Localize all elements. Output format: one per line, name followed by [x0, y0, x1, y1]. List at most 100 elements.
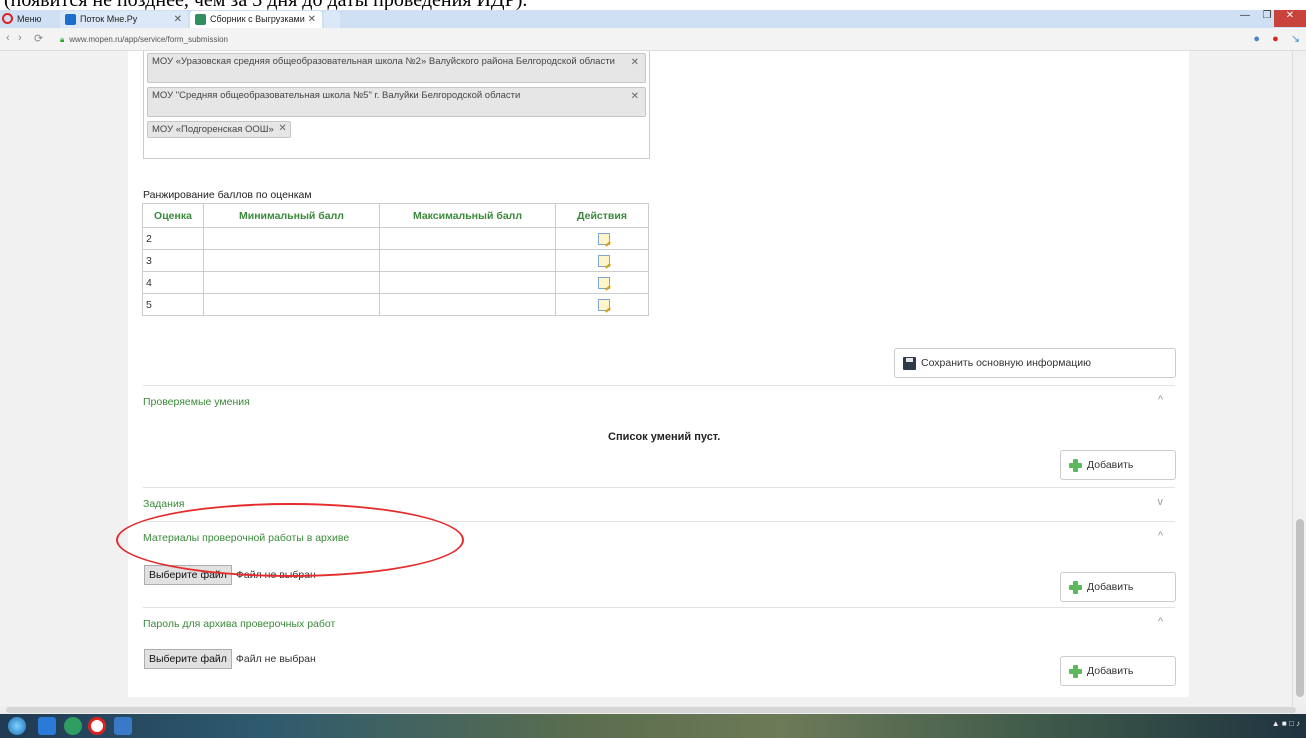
chevron-up-icon[interactable]: ^ — [1158, 530, 1163, 542]
min-score-cell — [203, 227, 380, 250]
actions-cell — [555, 293, 649, 316]
add-password-button[interactable]: Добавить — [1060, 656, 1176, 686]
form-card: МОУ «Уразовская средняя общеобразователь… — [128, 51, 1189, 697]
scrollbar-thumb[interactable] — [1296, 519, 1304, 697]
add-button-label: Добавить — [1087, 581, 1134, 593]
lock-icon: 🔒︎ — [60, 35, 65, 44]
horizontal-scrollbar[interactable] — [0, 706, 1306, 714]
extension-icons: ● ● ↘ — [1244, 32, 1300, 47]
adblock-icon[interactable]: ● — [1272, 33, 1279, 45]
table-row: 5 — [142, 293, 649, 316]
add-button-label: Добавить — [1087, 665, 1134, 677]
add-archive-button[interactable]: Добавить — [1060, 572, 1176, 602]
max-score-cell — [379, 293, 556, 316]
site-favicon-icon — [65, 14, 76, 25]
vpn-icon[interactable]: ● — [1253, 33, 1260, 45]
edit-icon[interactable] — [597, 298, 610, 311]
url-field[interactable]: 🔒︎ www.mopen.ru/app/service/form_submissi… — [60, 33, 580, 46]
table-header-row: Оценка Минимальный балл Максимальный бал… — [142, 203, 649, 228]
new-tab-button[interactable] — [324, 11, 340, 28]
remove-tag-icon[interactable]: ✕ — [631, 91, 639, 102]
browser-tab-1[interactable]: Поток Мне.Ру ✕ — [60, 11, 188, 28]
school-tag: МОУ «Уразовская средняя общеобразователь… — [147, 53, 646, 83]
add-skill-button[interactable]: Добавить — [1060, 450, 1176, 480]
edit-icon[interactable] — [597, 232, 610, 245]
scrollbar-thumb[interactable] — [6, 707, 1296, 713]
browser-menu-label: Меню — [17, 14, 42, 24]
archive-file-input: Выберите файл Файл не выбран — [144, 565, 316, 585]
school-tag: МОУ «Подгоренская ООШ» ✕ — [147, 121, 291, 138]
school-tag: МОУ "Средняя общеобразовательная школа №… — [147, 87, 646, 117]
max-score-cell — [379, 227, 556, 250]
column-header: Оценка — [142, 203, 204, 228]
url-text: www.mopen.ru/app/service/form_submission — [69, 35, 228, 44]
chevron-up-icon[interactable]: ^ — [1158, 616, 1163, 628]
plus-icon — [1069, 459, 1082, 472]
site-favicon-icon — [195, 14, 206, 25]
ranking-title: Ранжирование баллов по оценкам — [143, 189, 312, 201]
windows-taskbar: ▲ ■ □ ♪ — [0, 714, 1306, 738]
document-caption: (появится не позднее, чем за 3 дня до да… — [0, 0, 1306, 10]
chevron-down-icon[interactable]: v — [1158, 496, 1164, 508]
school-tag-label: МОУ "Средняя общеобразовательная школа №… — [152, 90, 521, 101]
opera-logo-icon — [2, 13, 13, 24]
column-header: Минимальный балл — [203, 203, 380, 228]
tab-label: Поток Мне.Ру — [80, 14, 138, 24]
grade-cell: 4 — [142, 271, 204, 294]
skills-empty-message: Список умений пуст. — [608, 431, 721, 443]
actions-cell — [555, 249, 649, 272]
section-title[interactable]: Пароль для архива проверочных работ — [143, 618, 335, 630]
reload-icon[interactable]: ⟳ — [34, 32, 43, 45]
section-title[interactable]: Задания — [143, 498, 185, 510]
max-score-cell — [379, 249, 556, 272]
ie-icon[interactable] — [38, 717, 56, 735]
remove-tag-icon[interactable]: ✕ — [278, 123, 286, 134]
section-title[interactable]: Материалы проверочной работы в архиве — [143, 532, 349, 544]
min-score-cell — [203, 271, 380, 294]
start-button-icon[interactable] — [8, 717, 26, 735]
save-button-label: Сохранить основную информацию — [921, 357, 1092, 369]
page-viewport: МОУ «Уразовская средняя общеобразователь… — [0, 51, 1306, 706]
plus-icon — [1069, 581, 1082, 594]
system-tray: ▲ ■ □ ♪ — [1271, 719, 1300, 728]
add-button-label: Добавить — [1087, 459, 1134, 471]
choose-file-button[interactable]: Выберите файл — [144, 649, 232, 669]
download-icon[interactable]: ↘ — [1291, 33, 1300, 45]
window-close-button[interactable]: ✕ — [1274, 10, 1306, 27]
column-header: Действия — [555, 203, 649, 228]
opera-taskbar-icon[interactable] — [88, 717, 106, 735]
browser-tab-2[interactable]: Сборник с Выгрузками ✕ — [190, 11, 322, 28]
tab-close-icon[interactable]: ✕ — [174, 11, 182, 28]
window-minimize-button[interactable]: — — [1236, 10, 1254, 27]
remove-tag-icon[interactable]: ✕ — [631, 57, 639, 68]
browser-address-bar: ‹ › ⟳ 🔒︎ www.mopen.ru/app/service/form_su… — [0, 28, 1306, 51]
grade-cell: 2 — [142, 227, 204, 250]
edit-icon[interactable] — [597, 276, 610, 289]
browser-menu-button[interactable]: Меню — [2, 11, 54, 27]
save-main-info-button[interactable]: Сохранить основную информацию — [894, 348, 1176, 378]
min-score-cell — [203, 293, 380, 316]
school-select-box[interactable]: МОУ «Уразовская средняя общеобразователь… — [143, 51, 650, 159]
plus-icon — [1069, 665, 1082, 678]
table-row: 3 — [142, 249, 649, 272]
tasks-section: Задания v — [143, 487, 1175, 519]
file-status: Файл не выбран — [235, 653, 316, 665]
min-score-cell — [203, 249, 380, 272]
password-file-input: Выберите файл Файл не выбран — [144, 649, 316, 669]
file-status: Файл не выбран — [235, 569, 316, 581]
forward-icon[interactable]: › — [18, 32, 22, 44]
word-icon[interactable] — [114, 717, 132, 735]
edit-icon[interactable] — [597, 254, 610, 267]
chevron-up-icon[interactable]: ^ — [1158, 394, 1163, 406]
column-header: Максимальный балл — [379, 203, 556, 228]
vertical-scrollbar[interactable] — [1292, 51, 1306, 706]
grade-cell: 5 — [142, 293, 204, 316]
app-icon[interactable] — [64, 717, 82, 735]
section-title[interactable]: Проверяемые умения — [143, 396, 250, 408]
tab-label: Сборник с Выгрузками — [210, 14, 305, 24]
tab-close-icon[interactable]: ✕ — [308, 11, 316, 28]
choose-file-button[interactable]: Выберите файл — [144, 565, 232, 585]
table-row: 4 — [142, 271, 649, 294]
back-icon[interactable]: ‹ — [6, 32, 10, 44]
max-score-cell — [379, 271, 556, 294]
